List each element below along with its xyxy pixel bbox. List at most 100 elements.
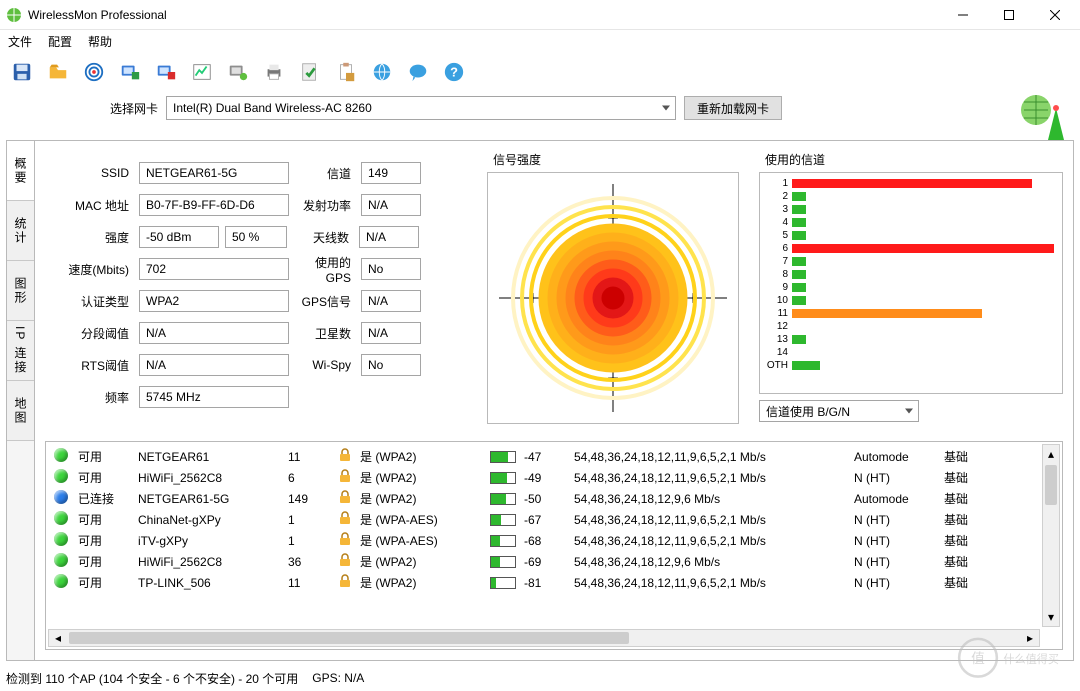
table-row[interactable]: 可用iTV-gXPy1是 (WPA-AES)-6854,48,36,24,18,…: [50, 530, 1040, 551]
signal-cell: -69: [520, 551, 570, 572]
close-button[interactable]: [1032, 0, 1078, 30]
statusbar: 检测到 110 个AP (104 个安全 - 6 个不安全) - 20 个可用 …: [2, 667, 1078, 689]
maximize-button[interactable]: [986, 0, 1032, 30]
scroll-down-icon[interactable]: ▾: [1043, 608, 1059, 626]
target-icon[interactable]: [80, 58, 108, 86]
vertical-scrollbar[interactable]: ▴ ▾: [1042, 444, 1060, 627]
antenna-value: N/A: [359, 226, 419, 248]
security-cell: 是 (WPA-AES): [356, 509, 486, 530]
table-row[interactable]: 可用NETGEAR6111是 (WPA2)-4754,48,36,24,18,1…: [50, 446, 1040, 467]
chat-icon[interactable]: [404, 58, 432, 86]
table-row[interactable]: 已连接NETGEAR61-5G149是 (WPA2)-5054,48,36,24…: [50, 488, 1040, 509]
ssid-label: SSID: [49, 166, 133, 180]
auth-value: WPA2: [139, 290, 289, 312]
scroll-up-icon[interactable]: ▴: [1043, 445, 1059, 463]
adapter-select[interactable]: [166, 96, 676, 120]
hscroll-thumb[interactable]: [69, 632, 629, 644]
mode-cell: N (HT): [850, 551, 940, 572]
channel-bar: [792, 257, 806, 266]
scroll-left-icon[interactable]: ◂: [49, 630, 67, 646]
table-row[interactable]: 可用TP-LINK_50611是 (WPA2)-8154,48,36,24,18…: [50, 572, 1040, 593]
channel-bar: [792, 270, 806, 279]
channel-cell: 149: [284, 488, 334, 509]
channel-number: OTH: [766, 360, 788, 371]
check-icon[interactable]: [296, 58, 324, 86]
frag-value: N/A: [139, 322, 289, 344]
signal-bar-icon: [490, 514, 516, 526]
menu-help[interactable]: 帮助: [88, 33, 112, 50]
channel-number: 14: [766, 347, 788, 358]
tab-ip[interactable]: IP 连接: [7, 321, 34, 381]
mode-cell: Automode: [850, 488, 940, 509]
tab-summary[interactable]: 概要: [7, 141, 34, 201]
status-dot-icon: [54, 532, 68, 546]
help-icon[interactable]: ?: [440, 58, 468, 86]
signal-bar-icon: [490, 577, 516, 589]
strength-dbm: -50 dBm: [139, 226, 219, 248]
horizontal-scrollbar[interactable]: ◂ ▸: [48, 629, 1040, 647]
save-icon[interactable]: [8, 58, 36, 86]
status-text: 已连接: [74, 488, 134, 509]
wispy-label: Wi-Spy: [295, 358, 355, 372]
antenna-label: 天线数: [293, 229, 353, 246]
scroll-right-icon[interactable]: ▸: [1021, 630, 1039, 646]
clipboard-icon[interactable]: [332, 58, 360, 86]
table-row[interactable]: 可用HiWiFi_2562C86是 (WPA2)-4954,48,36,24,1…: [50, 467, 1040, 488]
table-row[interactable]: 可用HiWiFi_2562C836是 (WPA2)-6954,48,36,24,…: [50, 551, 1040, 572]
rates-cell: 54,48,36,24,18,12,11,9,6,5,2,1 Mb/s: [570, 572, 850, 593]
printer-icon[interactable]: [260, 58, 288, 86]
graph-icon[interactable]: [188, 58, 216, 86]
menu-config[interactable]: 配置: [48, 33, 72, 50]
signal-group-title: 信号强度: [493, 151, 747, 168]
open-icon[interactable]: [44, 58, 72, 86]
mode-cell: Automode: [850, 446, 940, 467]
wispy-value: No: [361, 354, 421, 376]
security-cell: 是 (WPA2): [356, 467, 486, 488]
security-cell: 是 (WPA2): [356, 488, 486, 509]
channel-row: 1: [766, 177, 1056, 190]
lock-icon: [338, 532, 352, 546]
titlebar: WirelessMon Professional: [0, 0, 1080, 30]
tab-map[interactable]: 地图: [7, 381, 34, 441]
security-cell: 是 (WPA2): [356, 446, 486, 467]
channel-mode-select[interactable]: [759, 400, 919, 422]
status-text: 可用: [74, 530, 134, 551]
channel-group-title: 使用的信道: [765, 151, 1063, 168]
tab-stats[interactable]: 统计: [7, 201, 34, 261]
mode-cell: N (HT): [850, 467, 940, 488]
table-row[interactable]: 可用ChinaNet-gXPy1是 (WPA-AES)-6754,48,36,2…: [50, 509, 1040, 530]
channel-row: 5: [766, 229, 1056, 242]
signal-bar-icon: [490, 556, 516, 568]
minimize-button[interactable]: [940, 0, 986, 30]
pc-blue-icon[interactable]: [116, 58, 144, 86]
channel-cell: 6: [284, 467, 334, 488]
menu-file[interactable]: 文件: [8, 33, 32, 50]
freq-label: 频率: [49, 389, 133, 406]
channel-number: 9: [766, 282, 788, 293]
gpssig-value: N/A: [361, 290, 421, 312]
txpower-value: N/A: [361, 194, 421, 216]
status-dot-icon: [54, 553, 68, 567]
lock-icon: [338, 553, 352, 567]
tab-graph[interactable]: 图形: [7, 261, 34, 321]
pc-red-icon[interactable]: [152, 58, 180, 86]
lock-icon: [338, 574, 352, 588]
channel-cell: 11: [284, 572, 334, 593]
reload-adapter-button[interactable]: 重新加载网卡: [684, 96, 782, 120]
status-dot-icon: [54, 490, 68, 504]
globe-icon[interactable]: [368, 58, 396, 86]
channel-bar: [792, 231, 806, 240]
signal-cell: -50: [520, 488, 570, 509]
signal-cell: -68: [520, 530, 570, 551]
signal-bar-icon: [490, 535, 516, 547]
ssid-cell: HiWiFi_2562C8: [134, 467, 284, 488]
signal-radar: [487, 172, 739, 424]
status-text: 可用: [74, 446, 134, 467]
mode-cell: N (HT): [850, 509, 940, 530]
channel-row: 7: [766, 255, 1056, 268]
rates-cell: 54,48,36,24,18,12,11,9,6,5,2,1 Mb/s: [570, 467, 850, 488]
channel-row: 10: [766, 294, 1056, 307]
scroll-thumb[interactable]: [1045, 465, 1057, 505]
pc-gray-icon[interactable]: [224, 58, 252, 86]
adapter-row: 选择网卡 重新加载网卡: [0, 92, 1080, 128]
